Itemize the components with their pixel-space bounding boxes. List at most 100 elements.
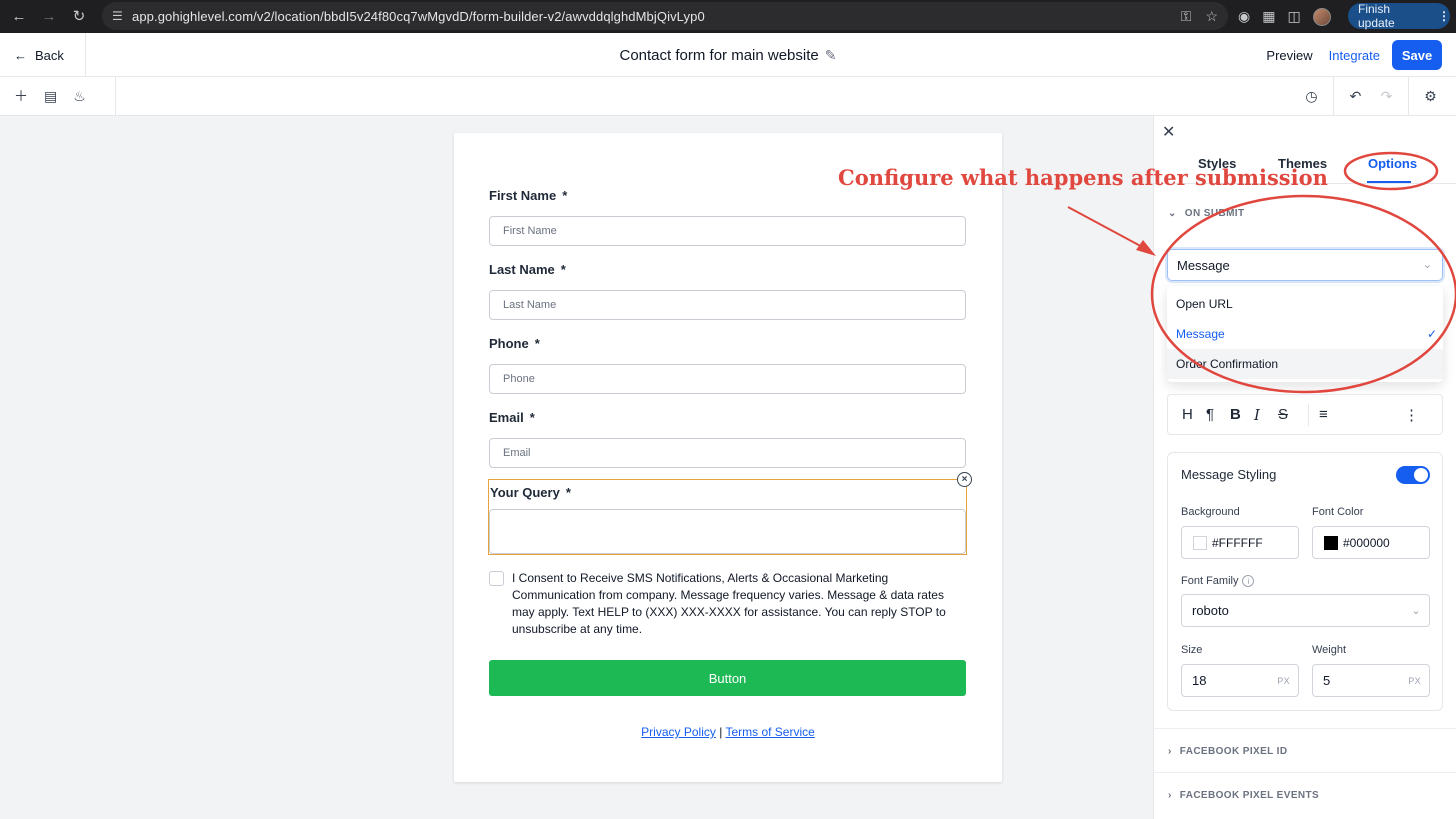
first-name-field[interactable]: First Name * First Name <box>489 188 966 246</box>
close-icon[interactable]: ✕ <box>1162 122 1175 142</box>
unit-label: PX <box>1277 675 1290 686</box>
builder-toolbar: ＋ ▤ ♨ ◷ ↶ ↷ ⚙ <box>0 77 1456 116</box>
finish-update-button[interactable]: Finish update ⋮ <box>1348 2 1450 30</box>
color-value: #FFFFFF <box>1212 535 1263 550</box>
consent-checkbox-row[interactable]: I Consent to Receive SMS Notifications, … <box>489 570 967 638</box>
query-textarea[interactable] <box>489 509 966 554</box>
active-tab-indicator <box>1367 181 1411 183</box>
terms-of-service-link[interactable]: Terms of Service <box>725 725 814 739</box>
font-color-label: Font Color <box>1312 506 1364 518</box>
browser-back-icon[interactable]: ← <box>4 3 34 29</box>
browser-reload-icon[interactable]: ↻ <box>64 3 94 29</box>
chevron-right-icon: › <box>1168 790 1172 801</box>
divider <box>1154 772 1456 773</box>
history-icon[interactable]: ◷ <box>1296 88 1327 105</box>
background-color-input[interactable]: #FFFFFF <box>1181 526 1299 559</box>
rich-text-toolbar: H ¶ B I S ≡ ⋮ <box>1167 394 1443 435</box>
divider <box>1408 77 1409 115</box>
first-name-input[interactable]: First Name <box>489 216 966 246</box>
add-element-icon[interactable]: ＋ <box>14 86 28 106</box>
italic-icon[interactable]: I <box>1254 406 1278 424</box>
password-key-icon[interactable]: ⚿ <box>1181 8 1192 25</box>
align-left-icon[interactable]: ≡ <box>1319 406 1343 423</box>
size-input[interactable]: 18 PX <box>1181 664 1299 697</box>
form-title: Contact form for main website ✎ <box>0 33 1456 77</box>
last-name-input[interactable]: Last Name <box>489 290 966 320</box>
remove-field-icon[interactable]: × <box>957 472 972 487</box>
option-order-confirmation[interactable]: Order Confirmation <box>1167 349 1443 379</box>
bold-icon[interactable]: B <box>1230 406 1254 423</box>
color-swatch[interactable] <box>1193 535 1207 550</box>
extensions-icon[interactable]: ▦ <box>1262 8 1275 25</box>
form-submit-button[interactable]: Button <box>489 660 966 696</box>
edit-pencil-icon[interactable]: ✎ <box>825 47 837 64</box>
integrate-button[interactable]: Integrate <box>1325 40 1392 70</box>
font-family-value: roboto <box>1192 603 1229 618</box>
form-title-text: Contact form for main website <box>619 46 819 64</box>
font-color-input[interactable]: #000000 <box>1312 526 1430 559</box>
app-header: ← Back Contact form for main website ✎ P… <box>0 33 1456 77</box>
background-label: Background <box>1181 506 1240 518</box>
divider <box>1154 728 1456 729</box>
checkmark-icon: ✓ <box>1426 327 1437 341</box>
field-label: Your Query * <box>490 485 571 500</box>
section-title: ON SUBMIT <box>1184 208 1245 219</box>
undo-icon[interactable]: ↶ <box>1340 88 1371 105</box>
email-input[interactable]: Email <box>489 438 966 468</box>
site-settings-icon[interactable]: ☰ <box>112 9 132 23</box>
color-swatch[interactable] <box>1324 535 1338 550</box>
option-open-url[interactable]: Open URL <box>1167 289 1443 319</box>
tab-options[interactable]: Options <box>1368 156 1417 171</box>
form-canvas: First Name * First Name Last Name * Last N… <box>454 133 1002 782</box>
bookmark-star-icon[interactable]: ☆ <box>1205 8 1218 25</box>
phone-input[interactable]: Phone <box>489 364 966 394</box>
divider <box>1308 403 1309 426</box>
font-family-select[interactable]: roboto ⌄ <box>1181 594 1430 627</box>
save-button[interactable]: Save <box>1392 40 1442 70</box>
option-message[interactable]: Message ✓ <box>1167 319 1443 349</box>
paragraph-icon[interactable]: ¶ <box>1206 406 1230 423</box>
phone-field[interactable]: Phone * Phone <box>489 336 966 394</box>
chevron-down-icon: ⌄ <box>1168 208 1177 219</box>
font-family-label: Font Family i <box>1181 575 1255 588</box>
link-separator: | <box>719 725 723 739</box>
layers-icon[interactable]: ▤ <box>44 88 57 105</box>
toggle-knob <box>1414 468 1428 482</box>
sidebar-icon[interactable]: ◫ <box>1287 8 1300 25</box>
more-vertical-icon[interactable]: ⋮ <box>1404 406 1428 424</box>
size-label: Size <box>1181 644 1203 656</box>
browser-toolbar: ← → ↻ ☰ app.gohighlevel.com/v2/location/… <box>0 0 1456 33</box>
settings-sliders-icon[interactable]: ⚙ <box>1415 88 1446 105</box>
settings-panel: ✕ Styles Themes Options ⌄ ON SUBMIT Mess… <box>1153 116 1456 819</box>
camera-icon[interactable]: ◉ <box>1238 8 1250 25</box>
privacy-policy-link[interactable]: Privacy Policy <box>641 725 716 739</box>
facebook-pixel-events-section[interactable]: › FACEBOOK PIXEL EVENTS <box>1168 790 1319 801</box>
url-text: app.gohighlevel.com/v2/location/bbdI5v24… <box>132 8 705 24</box>
redo-icon[interactable]: ↷ <box>1371 88 1402 105</box>
message-styling-title: Message Styling <box>1181 467 1277 482</box>
email-field[interactable]: Email * Email <box>489 410 966 468</box>
select-value: Message <box>1177 257 1230 273</box>
preview-button[interactable]: Preview <box>1254 40 1324 70</box>
on-submit-section-header[interactable]: ⌄ ON SUBMIT <box>1168 208 1245 219</box>
chevron-down-icon: ⌄ <box>1422 259 1432 271</box>
weight-input[interactable]: 5 PX <box>1312 664 1430 697</box>
info-icon[interactable]: i <box>1242 575 1255 588</box>
size-value: 18 <box>1192 673 1207 688</box>
bell-icon[interactable]: ♨ <box>73 88 86 105</box>
unit-label: PX <box>1408 675 1421 686</box>
strikethrough-icon[interactable]: S <box>1278 406 1302 423</box>
browser-forward-icon[interactable]: → <box>34 3 64 29</box>
more-menu-icon[interactable]: ⋮ <box>1438 9 1450 23</box>
heading-icon[interactable]: H <box>1182 406 1206 423</box>
address-bar[interactable]: ☰ app.gohighlevel.com/v2/location/bbdI5v… <box>102 2 1228 30</box>
consent-checkbox[interactable] <box>489 571 504 586</box>
message-styling-toggle[interactable] <box>1396 466 1430 484</box>
your-query-field[interactable]: Your Query * <box>488 479 967 555</box>
color-value: #000000 <box>1343 535 1390 550</box>
on-submit-select[interactable]: Message ⌄ <box>1167 249 1443 281</box>
chevron-down-icon: ⌄ <box>1411 605 1421 617</box>
profile-avatar[interactable] <box>1312 7 1331 26</box>
last-name-field[interactable]: Last Name * Last Name <box>489 262 966 320</box>
facebook-pixel-id-section[interactable]: › FACEBOOK PIXEL ID <box>1168 746 1287 757</box>
